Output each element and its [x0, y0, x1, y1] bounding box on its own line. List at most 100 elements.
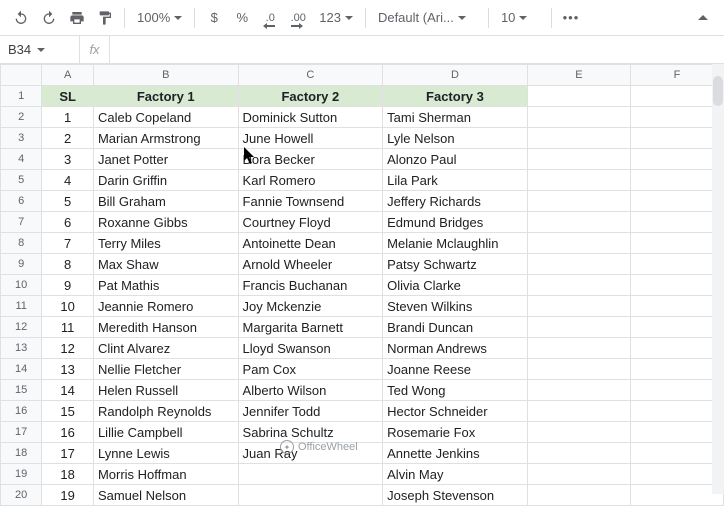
cell[interactable]: 4	[42, 170, 94, 191]
cell[interactable]: Courtney Floyd	[238, 212, 383, 233]
more-button[interactable]: •••	[558, 5, 584, 31]
cell[interactable]: Caleb Copeland	[93, 107, 238, 128]
row-header[interactable]: 2	[1, 107, 42, 128]
cell[interactable]: Joanne Reese	[383, 359, 528, 380]
row-header[interactable]: 16	[1, 401, 42, 422]
cell[interactable]	[631, 338, 724, 359]
decrease-decimal-button[interactable]: .0	[257, 5, 283, 31]
cell[interactable]: Antoinette Dean	[238, 233, 383, 254]
cell[interactable]: Factory 1	[93, 86, 238, 107]
cell[interactable]: Randolph Reynolds	[93, 401, 238, 422]
row-header[interactable]: 5	[1, 170, 42, 191]
cell[interactable]: Marian Armstrong	[93, 128, 238, 149]
cell[interactable]	[527, 275, 630, 296]
font-size-combo[interactable]: 10	[495, 6, 545, 30]
row-header[interactable]: 12	[1, 317, 42, 338]
cell[interactable]: Factory 3	[383, 86, 528, 107]
row-header[interactable]: 7	[1, 212, 42, 233]
cell[interactable]	[527, 380, 630, 401]
cell[interactable]	[527, 464, 630, 485]
cell[interactable]: June Howell	[238, 128, 383, 149]
cell[interactable]: Hector Schneider	[383, 401, 528, 422]
cell[interactable]	[527, 422, 630, 443]
cell[interactable]: Lynne Lewis	[93, 443, 238, 464]
cell[interactable]: Karl Romero	[238, 170, 383, 191]
cell[interactable]	[631, 191, 724, 212]
col-header-E[interactable]: E	[527, 65, 630, 86]
cell[interactable]: Terry Miles	[93, 233, 238, 254]
cell[interactable]	[527, 485, 630, 506]
cell[interactable]: 7	[42, 233, 94, 254]
cell[interactable]: Roxanne Gibbs	[93, 212, 238, 233]
cell[interactable]: 9	[42, 275, 94, 296]
cell[interactable]: 18	[42, 464, 94, 485]
cell[interactable]	[238, 485, 383, 506]
col-header-A[interactable]: A	[42, 65, 94, 86]
cell[interactable]: Pam Cox	[238, 359, 383, 380]
cell[interactable]: Dora Becker	[238, 149, 383, 170]
cell[interactable]	[527, 233, 630, 254]
row-header[interactable]: 13	[1, 338, 42, 359]
print-button[interactable]	[64, 5, 90, 31]
cell[interactable]: Factory 2	[238, 86, 383, 107]
cell[interactable]: Olivia Clarke	[383, 275, 528, 296]
cell[interactable]	[527, 296, 630, 317]
paint-format-button[interactable]	[92, 5, 118, 31]
cell[interactable]: 13	[42, 359, 94, 380]
row-header[interactable]: 8	[1, 233, 42, 254]
row-header[interactable]: 18	[1, 443, 42, 464]
cell[interactable]: 19	[42, 485, 94, 506]
cell[interactable]: Joseph Stevenson	[383, 485, 528, 506]
undo-button[interactable]	[8, 5, 34, 31]
cell[interactable]: Ted Wong	[383, 380, 528, 401]
cell[interactable]	[527, 443, 630, 464]
cell[interactable]: 8	[42, 254, 94, 275]
cell[interactable]: Sabrina Schultz	[238, 422, 383, 443]
cell[interactable]: Janet Potter	[93, 149, 238, 170]
cell[interactable]	[527, 254, 630, 275]
cell[interactable]	[527, 359, 630, 380]
cell[interactable]	[527, 191, 630, 212]
increase-decimal-button[interactable]: .00	[285, 5, 311, 31]
cell[interactable]: Morris Hoffman	[93, 464, 238, 485]
cell[interactable]: Arnold Wheeler	[238, 254, 383, 275]
cell[interactable]	[527, 401, 630, 422]
cell[interactable]: 15	[42, 401, 94, 422]
row-header[interactable]: 4	[1, 149, 42, 170]
col-header-F[interactable]: F	[631, 65, 724, 86]
cell[interactable]	[631, 254, 724, 275]
cell[interactable]	[527, 338, 630, 359]
formula-bar[interactable]	[110, 36, 724, 63]
cell[interactable]: Samuel Nelson	[93, 485, 238, 506]
redo-button[interactable]	[36, 5, 62, 31]
percent-button[interactable]: %	[229, 5, 255, 31]
cell[interactable]: Pat Mathis	[93, 275, 238, 296]
cell[interactable]: Juan Ray	[238, 443, 383, 464]
cell[interactable]: 5	[42, 191, 94, 212]
row-header[interactable]: 20	[1, 485, 42, 506]
cell[interactable]: Melanie Mclaughlin	[383, 233, 528, 254]
cell[interactable]	[631, 359, 724, 380]
cell[interactable]: Darin Griffin	[93, 170, 238, 191]
cell[interactable]: Brandi Duncan	[383, 317, 528, 338]
cell[interactable]: Jennifer Todd	[238, 401, 383, 422]
vertical-scrollbar[interactable]	[712, 64, 724, 494]
scroll-thumb[interactable]	[713, 76, 723, 106]
cell[interactable]: Lila Park	[383, 170, 528, 191]
cell[interactable]: 1	[42, 107, 94, 128]
cell[interactable]	[631, 317, 724, 338]
cell[interactable]: Tami Sherman	[383, 107, 528, 128]
cell[interactable]	[238, 464, 383, 485]
row-header[interactable]: 1	[1, 86, 42, 107]
cell[interactable]: 11	[42, 317, 94, 338]
row-header[interactable]: 19	[1, 464, 42, 485]
row-header[interactable]: 10	[1, 275, 42, 296]
cell[interactable]: Lillie Campbell	[93, 422, 238, 443]
cell[interactable]	[631, 296, 724, 317]
cell[interactable]	[631, 107, 724, 128]
cell[interactable]: Annette Jenkins	[383, 443, 528, 464]
cell[interactable]: Norman Andrews	[383, 338, 528, 359]
cell[interactable]: Patsy Schwartz	[383, 254, 528, 275]
row-header[interactable]: 14	[1, 359, 42, 380]
cell[interactable]	[631, 401, 724, 422]
